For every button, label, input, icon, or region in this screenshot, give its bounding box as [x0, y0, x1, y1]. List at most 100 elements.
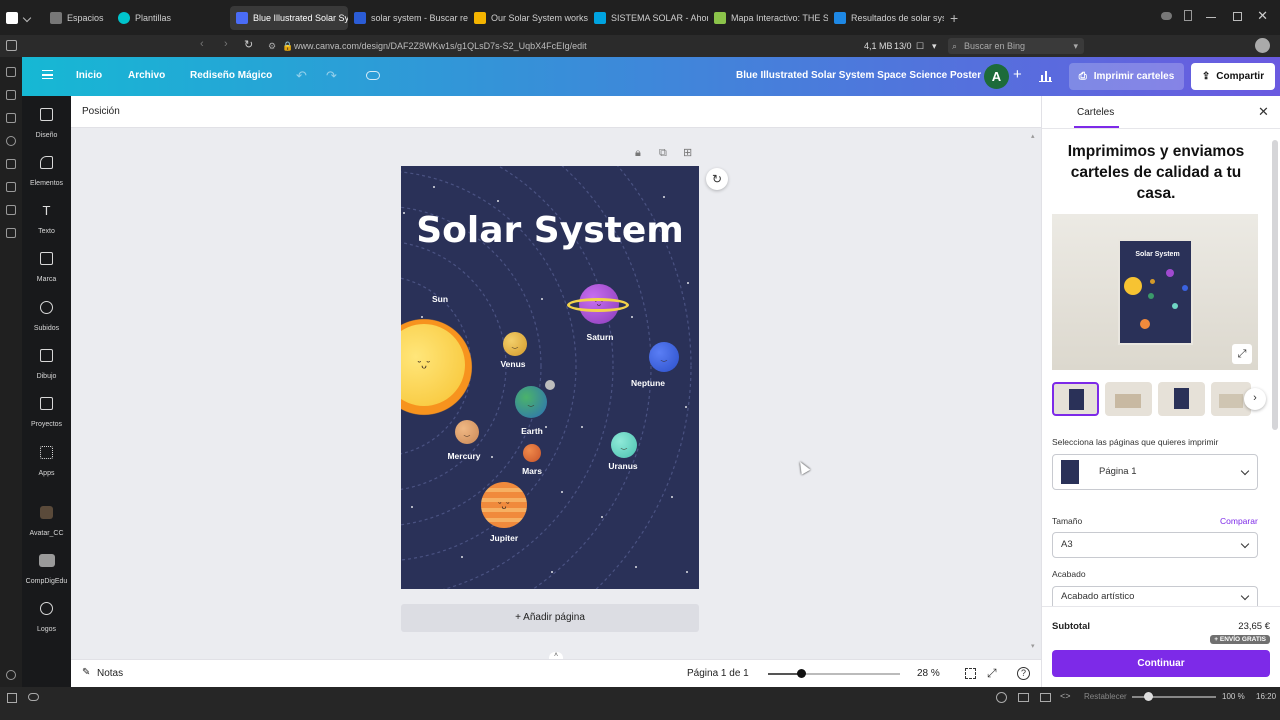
help-icon[interactable]: ? — [1017, 667, 1030, 680]
poster-preview[interactable]: Solar System ⤢ — [1052, 214, 1258, 370]
workspaces-button[interactable]: Espacios — [44, 6, 106, 30]
wallet-icon[interactable] — [6, 182, 16, 192]
collections-icon[interactable] — [1184, 10, 1192, 21]
sidebar-item-diseno[interactable]: Diseño — [22, 108, 71, 142]
browser-zoom-slider[interactable] — [1132, 692, 1216, 701]
performance-icon[interactable] — [6, 205, 16, 215]
duplicate-icon[interactable]: ⧉ — [659, 147, 667, 160]
zoom-slider[interactable] — [768, 669, 900, 678]
insights-chart-icon[interactable] — [1039, 69, 1052, 82]
add-page-button[interactable]: + Añadir página — [401, 604, 699, 632]
sidebar-item-logos[interactable]: Logos — [22, 602, 71, 636]
position-button[interactable]: Posición — [82, 106, 120, 117]
cloud-icon[interactable] — [1161, 12, 1172, 20]
tab-resultados[interactable]: Resultados de solar system — [828, 6, 944, 30]
redo-icon[interactable]: ↷ — [326, 68, 337, 84]
close-window-icon[interactable]: ✕ — [1257, 8, 1268, 24]
sidebar-item-subidos[interactable]: Subidos — [22, 301, 71, 335]
chevron-down-icon[interactable]: ▾ — [1073, 38, 1078, 54]
browser-logo-icon[interactable] — [6, 11, 18, 24]
camera-icon[interactable] — [996, 692, 1007, 703]
sidebar-item-elementos[interactable]: Elementos — [22, 156, 71, 190]
add-collaborator-plus-icon[interactable]: + — [1013, 66, 1022, 83]
maximize-icon[interactable] — [1233, 12, 1242, 21]
window-icon[interactable] — [1040, 693, 1051, 702]
reading-list-icon[interactable] — [6, 90, 16, 100]
tab-plantillas[interactable]: Plantillas — [112, 6, 230, 30]
sidebar-item-marca[interactable]: Marca — [22, 252, 71, 286]
history-icon[interactable] — [6, 136, 16, 146]
document-title[interactable]: Blue Illustrated Solar System Space Scie… — [736, 70, 981, 81]
tab-mapa[interactable]: Mapa Interactivo: THE SOLA — [708, 6, 828, 30]
screenshot-icon[interactable] — [1018, 693, 1029, 702]
notes-icon[interactable] — [6, 159, 16, 169]
search-icon: ⌕ — [952, 41, 958, 51]
page-indicator[interactable]: Página 1 de 1 — [687, 668, 749, 679]
chevron-down-icon[interactable] — [22, 13, 32, 22]
close-panel-icon[interactable]: ✕ — [1258, 104, 1269, 120]
hamburger-menu-icon[interactable] — [42, 70, 53, 79]
cloud-icon[interactable] — [28, 693, 39, 701]
chevron-down-icon[interactable]: ▾ — [932, 38, 937, 54]
menu-rediseno-magico[interactable]: Rediseño Mágico — [190, 70, 272, 81]
favorites-icon[interactable] — [6, 67, 16, 77]
user-avatar[interactable]: A — [984, 64, 1009, 89]
sidebar-item-apps[interactable]: Apps — [22, 446, 71, 480]
fullscreen-icon[interactable]: ⤢ — [987, 666, 997, 681]
add-page-icon[interactable]: ⊞ — [683, 146, 692, 159]
grid-view-icon[interactable] — [965, 668, 976, 679]
profile-avatar-icon[interactable] — [1255, 38, 1270, 53]
reload-icon[interactable]: ↻ — [244, 38, 253, 51]
magic-refresh-icon[interactable]: ↻ — [706, 168, 728, 190]
poster-page[interactable]: Solar System ˘ᴗ˘ Sun ‿ Venus ˘ᴗ˘ Saturn … — [401, 166, 699, 589]
forward-arrow-icon[interactable]: › — [224, 38, 228, 50]
reset-zoom-button[interactable]: Restablecer — [1084, 692, 1127, 701]
notes-button[interactable]: Notas — [97, 668, 123, 679]
preview-thumbnail-1[interactable] — [1052, 382, 1099, 416]
share-button[interactable]: ⇪ Compartir — [1191, 63, 1275, 90]
tab-active-design[interactable]: Blue Illustrated Solar Syster — [230, 5, 348, 30]
layout-icon[interactable] — [7, 693, 17, 703]
lock-icon[interactable]: 🔒︎ — [635, 147, 641, 160]
page-select-dropdown[interactable]: Página 1 — [1052, 454, 1258, 490]
sidebar-item-avatar-cc[interactable]: Avatar_CC — [22, 506, 71, 540]
downloads-icon[interactable] — [6, 113, 16, 123]
sidebar-toggle-icon[interactable] — [6, 40, 17, 51]
notes-icon[interactable]: ✎ — [82, 667, 90, 678]
print-posters-button[interactable]: ⎙ Imprimir carteles — [1069, 63, 1184, 90]
panel-scrollbar[interactable] — [1272, 140, 1278, 430]
sidebar-item-proyectos[interactable]: Proyectos — [22, 397, 71, 431]
minimize-icon[interactable] — [1206, 17, 1216, 18]
menu-inicio[interactable]: Inicio — [76, 70, 102, 81]
zoom-percentage[interactable]: 28 % — [917, 668, 940, 679]
compare-link[interactable]: Comparar — [1220, 516, 1258, 526]
add-sidebar-icon[interactable] — [6, 228, 16, 238]
continue-button[interactable]: Continuar — [1052, 650, 1270, 677]
undo-icon[interactable]: ↶ — [296, 68, 307, 84]
size-select-dropdown[interactable]: A3 — [1052, 532, 1258, 558]
tab-bing-search[interactable]: solar system - Buscar result — [348, 6, 468, 30]
settings-gear-icon[interactable] — [6, 670, 16, 680]
preview-thumbnail-2[interactable] — [1105, 382, 1152, 416]
next-thumbnails-chevron-icon[interactable]: › — [1244, 388, 1266, 410]
tab-ahorcado[interactable]: SISTEMA SOLAR - Ahorcad — [588, 6, 708, 30]
sidebar-item-compdigedu[interactable]: CompDigEdu — [22, 554, 71, 588]
code-icon[interactable]: <> — [1060, 691, 1071, 701]
finish-select-dropdown[interactable]: Acabado artístico — [1052, 586, 1258, 606]
sidebar-item-dibujo[interactable]: Dibujo — [22, 349, 71, 383]
expand-preview-icon[interactable]: ⤢ — [1232, 344, 1252, 364]
sidebar-item-texto[interactable]: T Texto — [22, 204, 71, 238]
tab-worksheet[interactable]: Our Solar System workshee — [468, 6, 588, 30]
new-tab-plus-icon[interactable]: + — [950, 10, 958, 26]
bing-search-input[interactable]: ⌕ Buscar en Bing ▾ — [948, 38, 1084, 54]
preview-thumbnail-3[interactable] — [1158, 382, 1205, 416]
cloud-save-icon[interactable] — [366, 71, 380, 80]
menu-archivo[interactable]: Archivo — [128, 70, 165, 81]
zoom-slider-thumb[interactable] — [797, 669, 806, 678]
bookmark-icon[interactable]: ☐ — [916, 38, 924, 54]
tab-carteles[interactable]: Carteles — [1077, 107, 1114, 118]
back-arrow-icon[interactable]: ‹ — [200, 38, 204, 50]
url-field[interactable]: ⚙ 🔒 www.canva.com/design/DAF2Z8WKw1s/g1Q… — [264, 38, 944, 54]
canvas-vertical-scrollbar[interactable]: ▴ ▾ — [1031, 132, 1037, 652]
site-info-icon[interactable]: ⚙ — [268, 38, 276, 54]
